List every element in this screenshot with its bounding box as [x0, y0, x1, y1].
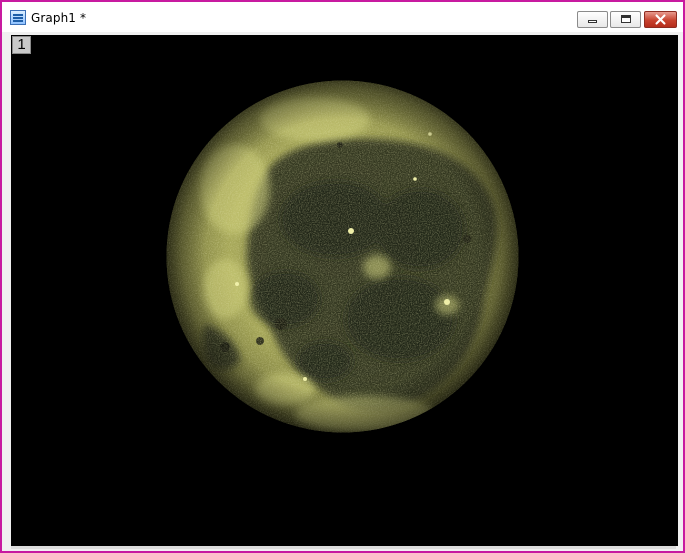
layer-1-tab[interactable]: 1: [12, 36, 31, 54]
graph-plot-area[interactable]: 1: [11, 35, 678, 546]
moon-image: [166, 80, 519, 433]
graph-window-icon[interactable]: [10, 10, 26, 25]
maximize-icon: [621, 15, 631, 23]
minimize-icon: [588, 20, 597, 23]
maximize-button[interactable]: [610, 11, 641, 28]
close-button[interactable]: [644, 11, 677, 28]
minimize-button[interactable]: [577, 11, 608, 28]
close-icon: [655, 14, 666, 25]
graph-window: Graph1 * 1: [0, 0, 685, 553]
title-bar[interactable]: Graph1 *: [2, 2, 683, 32]
window-bottom-strip: [11, 546, 676, 549]
window-title: Graph1 *: [31, 11, 87, 25]
